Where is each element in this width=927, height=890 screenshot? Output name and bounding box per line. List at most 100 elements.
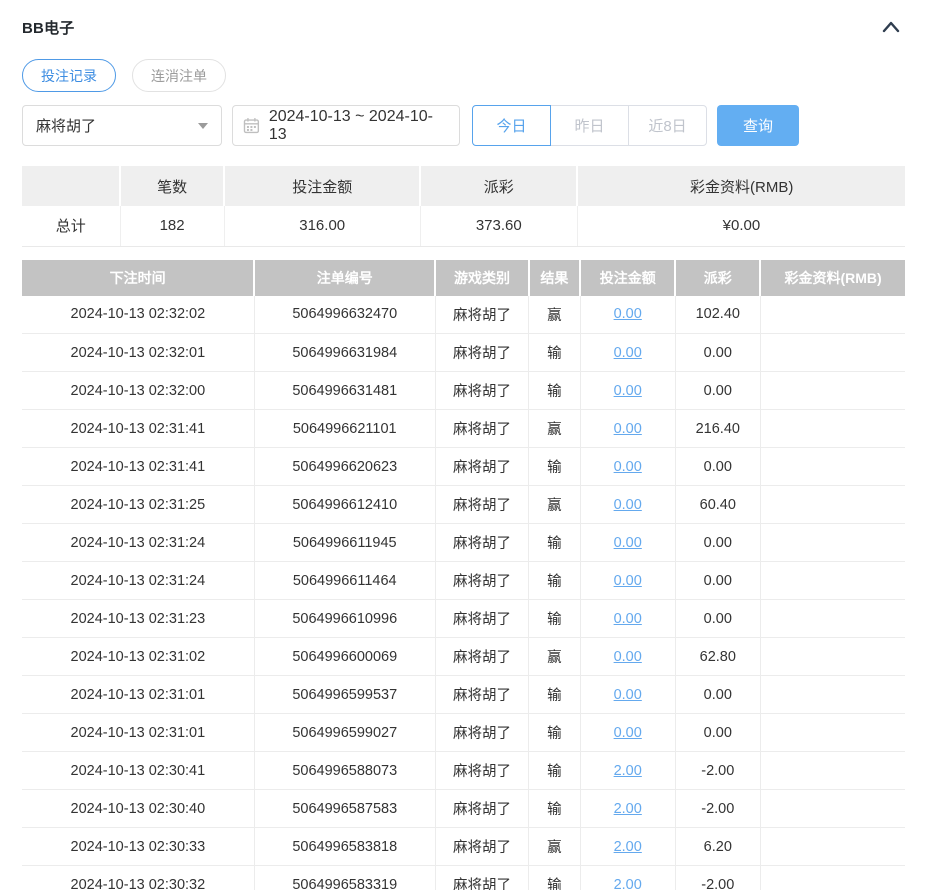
last-8-days-button[interactable]: 近8日	[628, 105, 707, 146]
cell-result: 赢	[528, 827, 581, 866]
cell-bonus	[760, 675, 905, 714]
cell-bonus	[760, 713, 905, 752]
bet-amount-link[interactable]: 0.00	[614, 611, 642, 627]
cell-bonus	[760, 333, 905, 372]
tab-cancelled-orders[interactable]: 连消注单	[132, 59, 226, 92]
cell-order-no: 5064996611945	[254, 523, 436, 562]
bet-amount-link[interactable]: 0.00	[614, 459, 642, 475]
table-row: 2024-10-13 02:30:40 5064996587583 麻将胡了输 2.0…	[22, 789, 905, 828]
cell-bet-time: 2024-10-13 02:31:24	[22, 523, 255, 562]
cell-bet-amount: 2.00	[580, 789, 676, 828]
table-row: 2024-10-13 02:32:00 5064996631481 麻将胡了输 0.0…	[22, 371, 905, 410]
cell-bonus	[760, 447, 905, 486]
query-button[interactable]: 查询	[717, 105, 799, 146]
col-bet-time: 下注时间	[22, 259, 256, 296]
cell-order-no: 5064996610996	[254, 599, 436, 638]
collapse-button[interactable]	[877, 15, 905, 39]
yesterday-button[interactable]: 昨日	[550, 105, 629, 146]
chevron-down-icon	[198, 122, 208, 129]
cell-bet-time: 2024-10-13 02:30:33	[22, 827, 255, 866]
cell-result: 输	[528, 447, 581, 486]
cell-bonus	[760, 295, 905, 334]
game-type-selected-value: 麻将胡了	[36, 118, 97, 135]
cell-result: 赢	[528, 637, 581, 676]
cell-order-no: 5064996631984	[254, 333, 436, 372]
game-type-select[interactable]: 麻将胡了	[22, 105, 222, 146]
cell-bet-amount: 0.00	[580, 637, 676, 676]
cell-result: 输	[528, 865, 581, 890]
summary-total-payout: 373.60	[420, 206, 578, 247]
table-row: 2024-10-13 02:31:24 5064996611464 麻将胡了输 0.0…	[22, 561, 905, 600]
bet-amount-link[interactable]: 0.00	[614, 687, 642, 703]
summary-col-count: 笔数	[120, 166, 226, 206]
cell-payout: 0.00	[675, 523, 761, 562]
cell-bonus	[760, 599, 905, 638]
bet-amount-link[interactable]: 0.00	[614, 497, 642, 513]
cell-payout: 0.00	[675, 713, 761, 752]
bet-amount-link[interactable]: 0.00	[614, 345, 642, 361]
bet-amount-link[interactable]: 0.00	[614, 306, 642, 322]
bet-amount-link[interactable]: 0.00	[614, 649, 642, 665]
cell-bet-time: 2024-10-13 02:31:25	[22, 485, 255, 524]
cell-result: 输	[528, 371, 581, 410]
cell-bet-amount: 0.00	[580, 295, 676, 334]
cell-result: 赢	[528, 485, 581, 524]
table-row: 2024-10-13 02:31:41 5064996621101 麻将胡了赢 0.0…	[22, 409, 905, 448]
records-table: 下注时间 注单编号 游戏类别 结果 投注金额 派彩 彩金资料(RMB) 2024-10-13…	[22, 259, 905, 890]
col-bonus: 彩金资料(RMB)	[760, 259, 905, 296]
cell-bet-amount: 0.00	[580, 333, 676, 372]
cell-payout: 0.00	[675, 675, 761, 714]
summary-total-label: 总计	[22, 206, 121, 247]
cell-game-type: 麻将胡了	[435, 637, 530, 676]
bet-amount-link[interactable]: 0.00	[614, 573, 642, 589]
cell-bet-time: 2024-10-13 02:32:02	[22, 295, 255, 334]
cell-payout: 60.40	[675, 485, 761, 524]
cell-result: 输	[528, 713, 581, 752]
cell-game-type: 麻将胡了	[435, 827, 530, 866]
tab-bet-records[interactable]: 投注记录	[22, 59, 116, 92]
cell-order-no: 5064996620623	[254, 447, 436, 486]
cell-result: 输	[528, 789, 581, 828]
cell-order-no: 5064996583818	[254, 827, 436, 866]
cell-order-no: 5064996587583	[254, 789, 436, 828]
cell-game-type: 麻将胡了	[435, 599, 530, 638]
cell-bet-time: 2024-10-13 02:31:02	[22, 637, 255, 676]
bet-amount-link[interactable]: 2.00	[614, 801, 642, 817]
cell-payout: 102.40	[675, 295, 761, 334]
records-body: 2024-10-13 02:32:02 5064996632470 麻将胡了赢 0.0…	[22, 295, 905, 890]
bet-amount-link[interactable]: 2.00	[614, 763, 642, 779]
cell-bonus	[760, 523, 905, 562]
bet-amount-link[interactable]: 0.00	[614, 421, 642, 437]
cell-payout: 0.00	[675, 599, 761, 638]
filter-bar: 麻将胡了 2024-10-13 ~ 2024-10-13 今日 昨日 近8日 查…	[22, 105, 905, 146]
bet-amount-link[interactable]: 2.00	[614, 839, 642, 855]
table-row: 2024-10-13 02:30:32 5064996583319 麻将胡了输 2.0…	[22, 865, 905, 890]
bet-amount-link[interactable]: 0.00	[614, 535, 642, 551]
cell-order-no: 5064996631481	[254, 371, 436, 410]
summary-total-bonus: ¥0.00	[577, 206, 905, 247]
cell-order-no: 5064996612410	[254, 485, 436, 524]
today-button[interactable]: 今日	[472, 105, 551, 146]
bet-amount-link[interactable]: 2.00	[614, 877, 642, 890]
summary-total-bet-amount: 316.00	[224, 206, 421, 247]
cell-bet-time: 2024-10-13 02:32:01	[22, 333, 255, 372]
cell-result: 输	[528, 561, 581, 600]
cell-bet-time: 2024-10-13 02:30:41	[22, 751, 255, 790]
bet-amount-link[interactable]: 0.00	[614, 383, 642, 399]
bet-amount-link[interactable]: 0.00	[614, 725, 642, 741]
date-range-input[interactable]: 2024-10-13 ~ 2024-10-13	[232, 105, 460, 146]
summary-col-bet-amount: 投注金额	[224, 166, 422, 206]
cell-payout: 0.00	[675, 561, 761, 600]
records-header-row: 下注时间 注单编号 游戏类别 结果 投注金额 派彩 彩金资料(RMB)	[22, 259, 905, 296]
chevron-up-icon	[882, 21, 900, 33]
cell-result: 输	[528, 675, 581, 714]
cell-order-no: 5064996599027	[254, 713, 436, 752]
table-row: 2024-10-13 02:32:02 5064996632470 麻将胡了赢 0.0…	[22, 295, 905, 334]
cell-bonus	[760, 561, 905, 600]
cell-bonus	[760, 371, 905, 410]
cell-order-no: 5064996632470	[254, 295, 436, 334]
cell-bet-amount: 0.00	[580, 523, 676, 562]
table-row: 2024-10-13 02:31:24 5064996611945 麻将胡了输 0.0…	[22, 523, 905, 562]
cell-game-type: 麻将胡了	[435, 561, 530, 600]
cell-bet-amount: 0.00	[580, 409, 676, 448]
